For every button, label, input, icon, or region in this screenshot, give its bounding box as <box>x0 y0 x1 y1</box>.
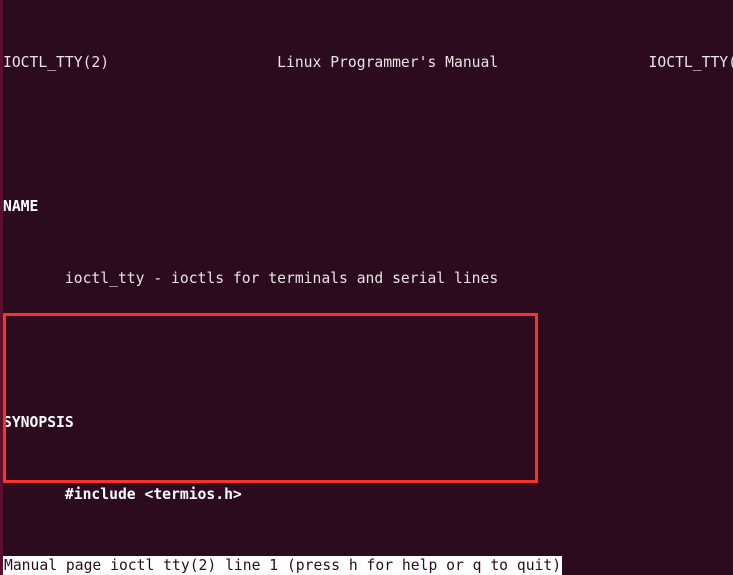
manpage-header-line: IOCTL_TTY(2) Linux Programmer's Manual I… <box>3 54 733 72</box>
name-body-text: ioctl_tty - ioctls for terminals and ser… <box>64 270 499 287</box>
header-left: IOCTL_TTY(2) <box>3 54 110 71</box>
name-body-line: ioctl_tty - ioctls for terminals and ser… <box>3 270 733 288</box>
pager-status-bar[interactable]: Manual page ioctl tty(2) line 1 (press h… <box>3 556 563 575</box>
section-heading-name: NAME <box>3 198 733 216</box>
section-heading-synopsis: SYNOPSIS <box>3 414 733 432</box>
synopsis-include-text: #include <termios.h> <box>64 486 242 503</box>
header-spacer-1 <box>109 54 277 71</box>
terminal-window[interactable]: IOCTL_TTY(2) Linux Programmer's Manual I… <box>0 0 733 575</box>
name-heading-text: NAME <box>3 198 39 215</box>
synopsis-heading-text: SYNOPSIS <box>3 414 74 431</box>
header-center: Linux Programmer's Manual <box>277 54 499 71</box>
header-right: IOCTL_TTY(2) <box>648 54 733 71</box>
synopsis-include-line: #include <termios.h> <box>3 486 733 504</box>
header-spacer-2 <box>498 54 648 71</box>
window-edge-strip <box>0 0 3 575</box>
manpage-content[interactable]: IOCTL_TTY(2) Linux Programmer's Manual I… <box>3 0 733 554</box>
